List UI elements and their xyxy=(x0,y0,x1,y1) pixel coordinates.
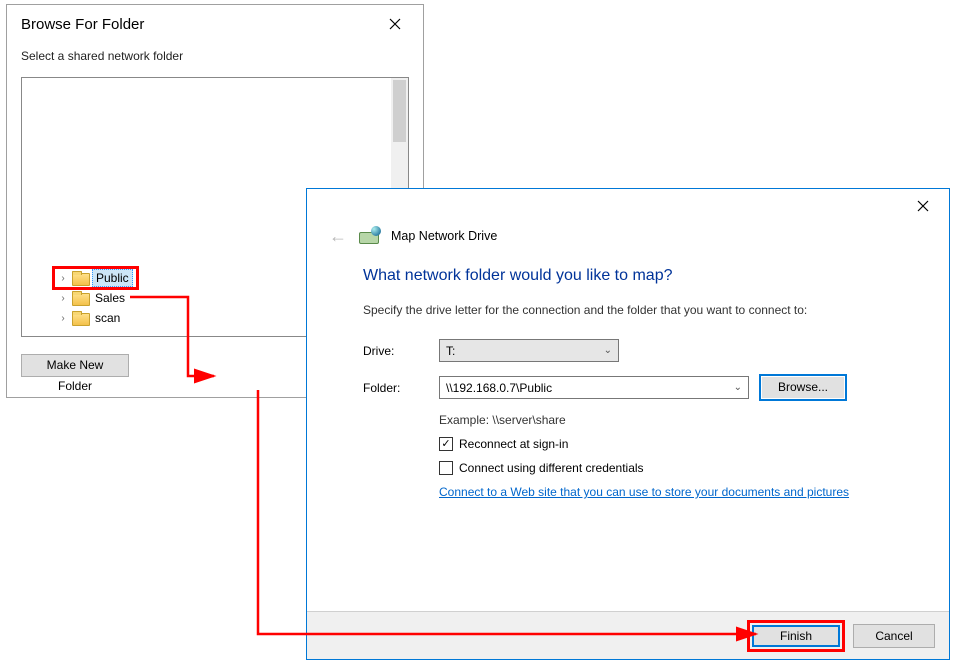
drive-select-value: T: xyxy=(446,344,455,358)
network-drive-icon xyxy=(359,228,379,244)
browse-button[interactable]: Browse... xyxy=(762,377,844,398)
map-titlebar xyxy=(307,189,949,223)
folder-label: Folder: xyxy=(363,381,439,395)
chevron-right-icon[interactable]: › xyxy=(58,293,68,303)
reconnect-checkbox-row[interactable]: ✓ Reconnect at sign-in xyxy=(439,437,893,451)
scrollbar-thumb[interactable] xyxy=(393,80,406,142)
map-network-drive-dialog: ← Map Network Drive What network folder … xyxy=(306,188,950,660)
reconnect-label: Reconnect at sign-in xyxy=(459,437,568,451)
tree-item-sales[interactable]: › Sales xyxy=(54,288,137,308)
browse-instruction: Select a shared network folder xyxy=(7,43,423,77)
chevron-right-icon[interactable]: › xyxy=(58,313,68,323)
tree-item-label: Sales xyxy=(92,290,128,306)
drive-select[interactable]: T: ⌄ xyxy=(439,339,619,362)
folder-combobox-value: \\192.168.0.7\Public xyxy=(446,381,552,395)
map-heading: What network folder would you like to ma… xyxy=(363,267,893,285)
make-new-folder-button[interactable]: Make New Folder xyxy=(21,354,129,377)
tree-item-label: scan xyxy=(92,310,123,326)
folder-icon xyxy=(72,311,88,325)
map-footer: Finish Cancel xyxy=(307,611,949,659)
diff-credentials-checkbox-row[interactable]: Connect using different credentials xyxy=(439,461,893,475)
back-arrow-icon[interactable]: ← xyxy=(329,226,347,247)
map-description: Specify the drive letter for the connect… xyxy=(363,303,893,317)
folder-combobox[interactable]: \\192.168.0.7\Public ⌄ xyxy=(439,376,749,399)
example-text: Example: \\server\share xyxy=(439,413,893,427)
diff-credentials-label: Connect using different credentials xyxy=(459,461,644,475)
folder-icon xyxy=(72,271,88,285)
map-title-text: Map Network Drive xyxy=(391,229,497,243)
tree-item-label: Public xyxy=(92,269,133,287)
folder-icon xyxy=(72,291,88,305)
chevron-down-icon: ⌄ xyxy=(604,345,612,356)
cancel-button[interactable]: Cancel xyxy=(853,624,935,648)
tree-item-scan[interactable]: › scan xyxy=(54,308,137,328)
chevron-right-icon[interactable]: › xyxy=(58,273,68,283)
browse-title-text: Browse For Folder xyxy=(21,16,144,33)
tree-item-public[interactable]: › Public xyxy=(54,268,137,288)
checkbox-unchecked-icon[interactable] xyxy=(439,461,453,475)
browse-button-highlight: Browse... xyxy=(759,374,847,401)
checkbox-checked-icon[interactable]: ✓ xyxy=(439,437,453,451)
close-icon[interactable] xyxy=(379,13,411,35)
connect-website-link[interactable]: Connect to a Web site that you can use t… xyxy=(439,485,893,499)
drive-label: Drive: xyxy=(363,344,439,358)
finish-button[interactable]: Finish xyxy=(752,625,840,647)
chevron-down-icon: ⌄ xyxy=(734,382,742,393)
close-icon[interactable] xyxy=(903,194,943,218)
finish-button-highlight: Finish xyxy=(747,620,845,652)
browse-titlebar: Browse For Folder xyxy=(7,5,423,43)
